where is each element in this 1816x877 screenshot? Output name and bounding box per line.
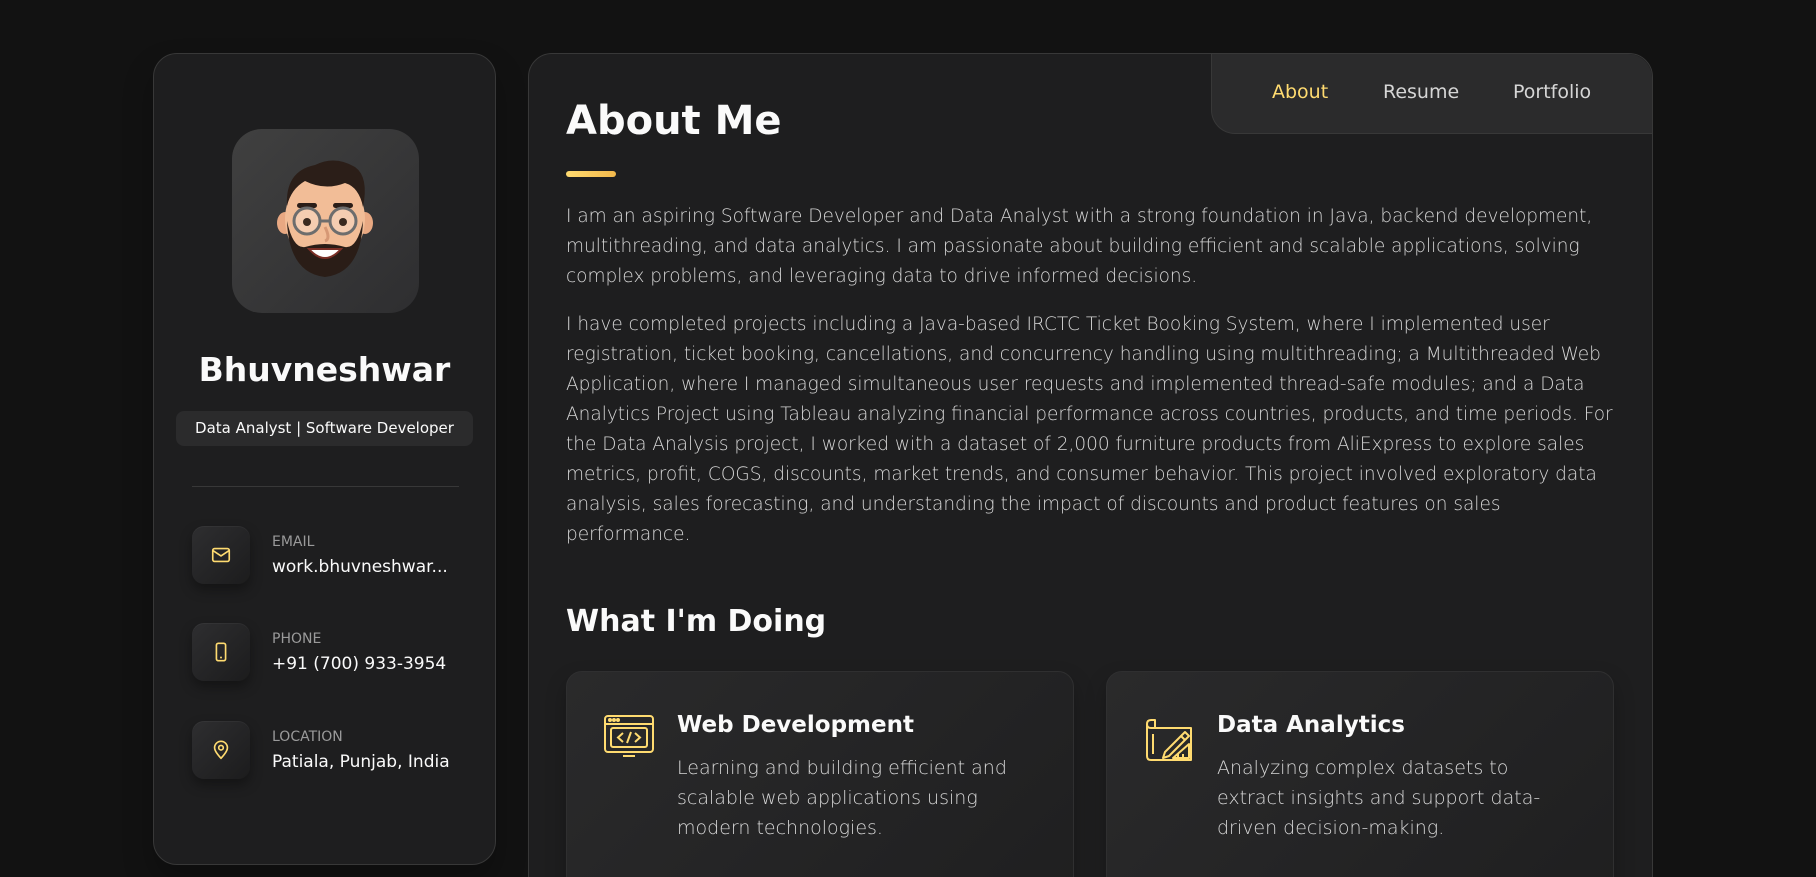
profile-title-badge: Data Analyst | Software Developer [176, 411, 473, 446]
main-panel: About Resume Portfolio About Me I am an … [528, 53, 1653, 877]
about-paragraph-1: I am an aspiring Software Developer and … [566, 206, 1593, 287]
memoji-avatar-icon [277, 160, 373, 277]
contact-phone: Phone +91 (700) 933-3954 [192, 623, 472, 685]
email-link[interactable]: work.bhuvneshwar... [272, 557, 472, 577]
phone-link[interactable]: +91 (700) 933-3954 [272, 654, 472, 674]
contact-icon-box [192, 623, 250, 681]
nav-portfolio[interactable]: Portfolio [1513, 81, 1591, 103]
page-title: About Me [566, 98, 782, 144]
phone-icon [215, 642, 227, 662]
contact-email: Email work.bhuvneshwar... [192, 526, 472, 588]
contact-label: Location [272, 729, 343, 745]
service-title: Data Analytics [1217, 712, 1405, 738]
contact-location: Location Patiala, Punjab, India [192, 721, 472, 783]
nav-about[interactable]: About [1272, 81, 1328, 103]
location-pin-icon [213, 740, 229, 760]
sidebar-separator [192, 486, 459, 487]
service-description: Analyzing complex datasets to extract in… [1217, 757, 1541, 839]
profile-name: Bhuvneshwar [198, 350, 451, 389]
contact-label: Phone [272, 631, 322, 647]
code-window-icon [604, 715, 654, 757]
contact-icon-box [192, 526, 250, 584]
contact-label: Email [272, 534, 315, 550]
mail-icon [211, 547, 231, 563]
section-title: What I'm Doing [566, 604, 827, 639]
profile-sidebar: Bhuvneshwar Data Analyst | Software Deve… [153, 53, 496, 865]
service-title: Web Development [677, 712, 914, 738]
navbar: About Resume Portfolio [1211, 54, 1652, 134]
nav-resume[interactable]: Resume [1383, 81, 1459, 103]
title-underline [566, 171, 616, 177]
service-card-data-analytics: Data Analytics Analyzing complex dataset… [1106, 671, 1614, 877]
contact-icon-box [192, 721, 250, 779]
portfolio-page: Bhuvneshwar Data Analyst | Software Deve… [0, 0, 1816, 877]
about-paragraph-2: I have completed projects including a Ja… [566, 314, 1613, 545]
blueprint-design-icon [1146, 719, 1192, 761]
service-description: Learning and building efficient and scal… [677, 757, 1007, 839]
avatar [232, 129, 419, 313]
location-value: Patiala, Punjab, India [272, 752, 450, 772]
service-card-web-development: Web Development Learning and building ef… [566, 671, 1074, 877]
